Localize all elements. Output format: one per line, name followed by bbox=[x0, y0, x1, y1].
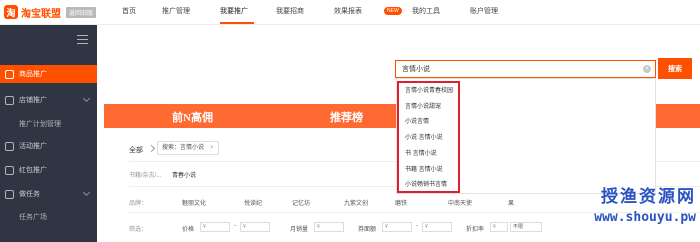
range-dash: - bbox=[234, 223, 236, 229]
coupon-min-input[interactable]: ¥ bbox=[382, 222, 412, 232]
filter-option[interactable]: 磨铁 bbox=[395, 198, 407, 207]
search-button[interactable]: 搜索 bbox=[658, 58, 692, 79]
nav-account[interactable]: 账户管理 bbox=[470, 0, 520, 24]
nav-promotion-management[interactable]: 推广管理 bbox=[162, 0, 220, 24]
price-max-input[interactable]: ¥ bbox=[240, 222, 270, 232]
tab-recommend-list[interactable]: 推荐榜 bbox=[330, 109, 363, 125]
sidebar-item-redpacket-promotion[interactable]: 红包推广 bbox=[0, 161, 97, 179]
old-version-link[interactable]: 返回旧版 bbox=[66, 6, 97, 18]
nav-reports[interactable]: 效果报表 NEW bbox=[334, 0, 412, 24]
nav-home[interactable]: 首页 bbox=[122, 0, 162, 24]
discount-select[interactable]: 不限 bbox=[510, 222, 542, 232]
coupon-max-input[interactable]: ¥ bbox=[422, 222, 452, 232]
logo-text: 淘宝联盟 bbox=[21, 8, 61, 20]
search-box: × bbox=[395, 60, 656, 78]
new-badge: NEW bbox=[384, 7, 402, 15]
task-icon bbox=[5, 189, 14, 199]
coupon-label: 券面额 bbox=[358, 227, 377, 233]
price-label: 价格 bbox=[182, 227, 195, 233]
filter-option[interactable]: 果 bbox=[508, 198, 514, 207]
filter-option[interactable]: 记忆坊 bbox=[292, 198, 310, 207]
tab-top-commission[interactable]: 前N高佣 bbox=[172, 109, 213, 125]
nav-promote[interactable]: 我要推广 bbox=[220, 0, 254, 24]
sidebar-item-task-square[interactable]: 任务广场 bbox=[19, 212, 47, 222]
sidebar-item-activity-promotion[interactable]: 活动推广 bbox=[0, 137, 97, 155]
filter-option[interactable]: 青春小说 bbox=[172, 170, 196, 179]
watermark-text: 授渔资源网 bbox=[601, 187, 696, 207]
filter-label-brand: 品牌： bbox=[129, 201, 148, 207]
sidebar-item-plan-management[interactable]: 推广计划管理 bbox=[19, 119, 61, 129]
price-min-input[interactable]: ¥ bbox=[200, 222, 230, 232]
sidebar-item-label: 做任务 bbox=[19, 191, 40, 198]
suggestion-item[interactable]: 书 言情小说 bbox=[405, 148, 437, 157]
sidebar-item-shop-promotion[interactable]: 店铺推广 bbox=[0, 91, 97, 109]
sidebar-item-label: 店铺推广 bbox=[19, 97, 47, 104]
red-packet-icon bbox=[5, 165, 14, 175]
taobao-logo-icon: 淘 bbox=[4, 5, 18, 19]
breadcrumb-all[interactable]: 全部 bbox=[129, 145, 143, 155]
sales-min-input[interactable]: ¥ bbox=[314, 222, 344, 232]
chevron-right-icon bbox=[147, 144, 156, 153]
nav-reports-label: 效果报表 bbox=[334, 8, 362, 15]
suggestion-item[interactable]: 小说畅销书言情 bbox=[405, 179, 447, 188]
logo[interactable]: 淘 淘宝联盟 返回旧版 bbox=[4, 5, 97, 20]
tag-icon bbox=[5, 69, 14, 79]
sidebar-item-product-promotion[interactable]: 商品推广 bbox=[0, 65, 97, 83]
filter-label-screen: 筛选： bbox=[129, 227, 148, 233]
nav-merchant-recruit[interactable]: 我要招商 bbox=[276, 0, 334, 24]
clear-icon[interactable]: × bbox=[643, 65, 651, 73]
search-input[interactable] bbox=[396, 61, 641, 77]
filter-option[interactable]: 九紫文创 bbox=[344, 198, 368, 207]
chevron-down-icon bbox=[82, 94, 91, 103]
nav-my-tools[interactable]: 我的工具 bbox=[412, 0, 470, 24]
breadcrumb-search-tag[interactable]: 搜索：言情小说 × bbox=[157, 141, 219, 155]
discount-label: 折扣率 bbox=[466, 227, 485, 233]
suggestion-item[interactable]: 小说言情 bbox=[405, 116, 429, 125]
shop-icon bbox=[5, 95, 14, 105]
top-nav-bar: 淘 淘宝联盟 返回旧版 首页 推广管理 我要推广 我要招商 效果报表 NEW 我… bbox=[0, 0, 700, 25]
main-nav: 首页 推广管理 我要推广 我要招商 效果报表 NEW 我的工具 账户管理 bbox=[110, 0, 520, 24]
hamburger-menu-icon[interactable] bbox=[77, 35, 88, 44]
suggestion-item[interactable]: 言情小说甜宠 bbox=[405, 101, 441, 110]
watermark: 授渔资源网 www.shouyu.pw bbox=[540, 185, 700, 227]
sidebar-item-label: 活动推广 bbox=[19, 143, 47, 150]
sales-label: 月销量 bbox=[290, 227, 309, 233]
suggestion-item[interactable]: 小说 言情小说 bbox=[405, 132, 443, 141]
suggestion-item[interactable]: 言情小说青春校园 bbox=[405, 85, 453, 94]
sidebar-item-label: 商品推广 bbox=[19, 71, 47, 78]
sidebar: 商品推广 店铺推广 推广计划管理 活动推广 红包推广 做任务 任务广场 bbox=[0, 25, 97, 242]
breadcrumb-tag-label: 搜索：言情小说 bbox=[162, 145, 205, 151]
discount-currency[interactable]: ¥ bbox=[490, 222, 508, 232]
filter-option[interactable]: 中南天使 bbox=[448, 198, 472, 207]
range-dash: - bbox=[416, 223, 418, 229]
sidebar-item-label: 红包推广 bbox=[19, 167, 47, 174]
suggestion-item[interactable]: 书籍 言情小说 bbox=[405, 164, 443, 173]
activity-icon bbox=[5, 141, 14, 151]
close-icon[interactable]: × bbox=[210, 142, 214, 154]
chevron-down-icon bbox=[82, 188, 91, 197]
filter-label-category: 书籍/杂志/... bbox=[129, 173, 162, 179]
watermark-url: www.shouyu.pw bbox=[594, 210, 696, 225]
filter-option[interactable]: 悦读纪 bbox=[244, 198, 262, 207]
sidebar-item-tasks[interactable]: 做任务 bbox=[0, 185, 97, 203]
filter-option[interactable]: 魅丽文化 bbox=[182, 198, 206, 207]
